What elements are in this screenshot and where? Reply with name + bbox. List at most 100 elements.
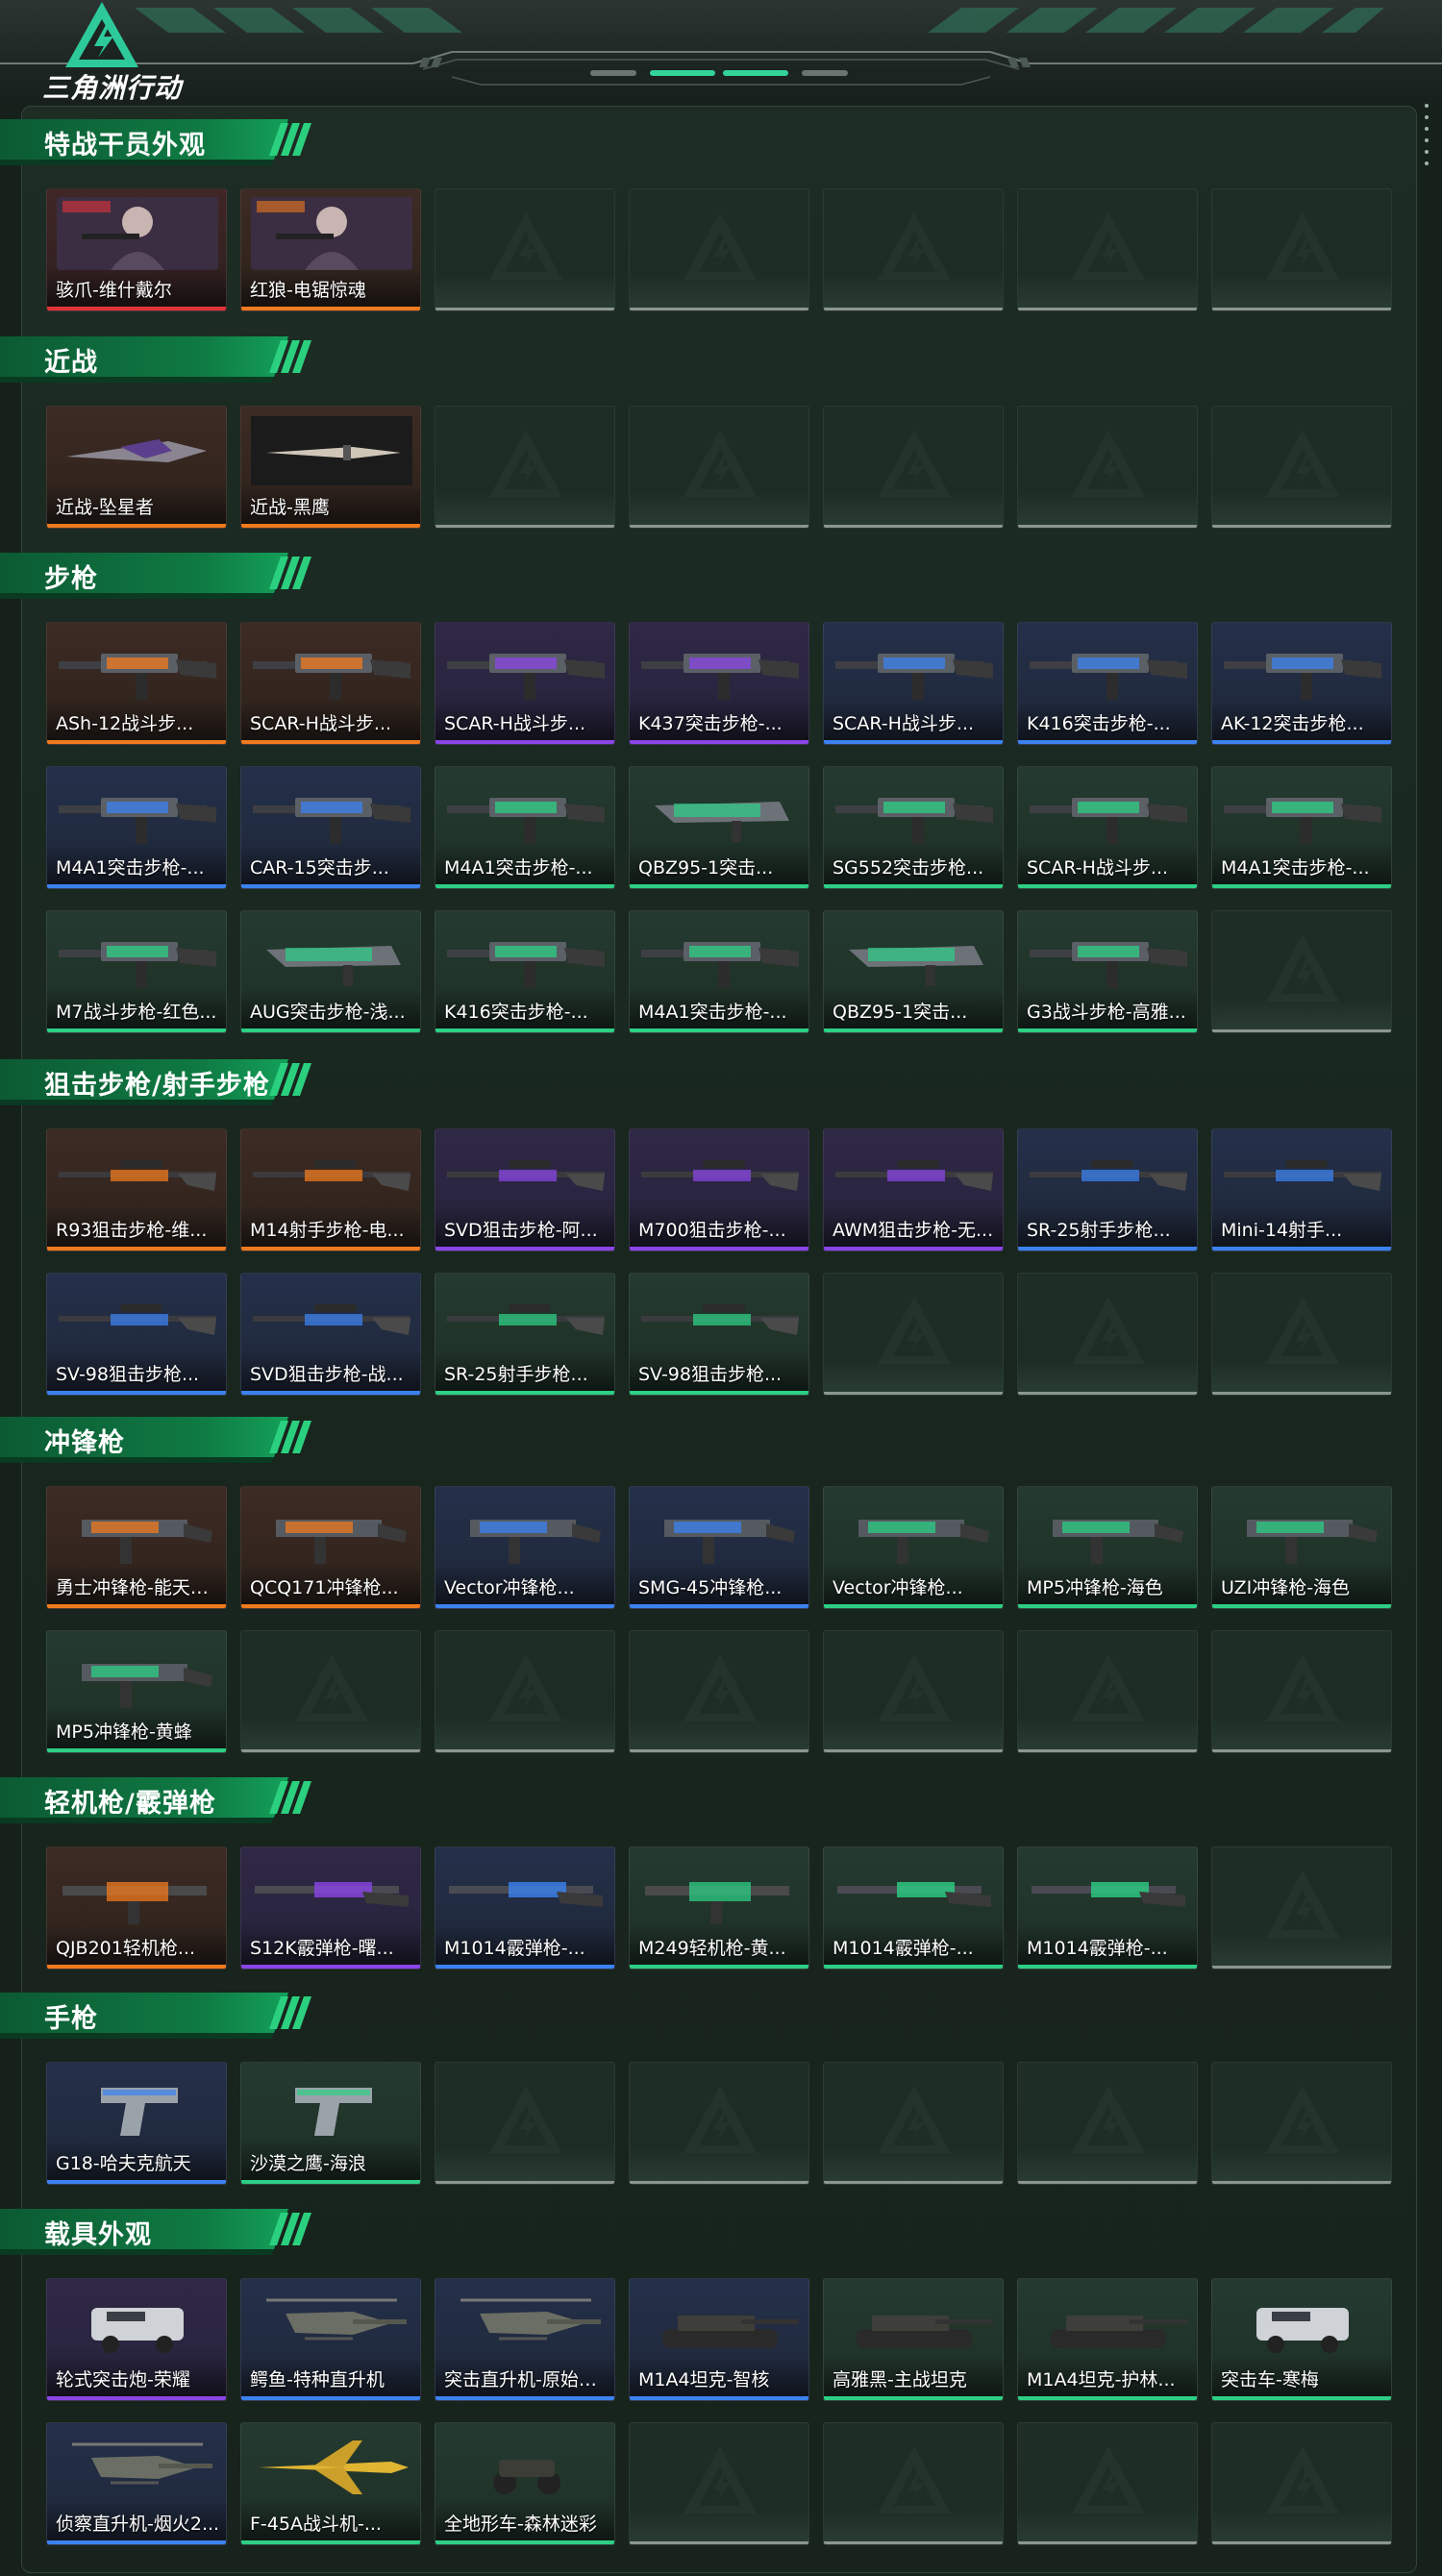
item-card[interactable]: ASh-12战斗步...: [46, 622, 227, 745]
empty-slot[interactable]: [1211, 1630, 1392, 1753]
item-card[interactable]: 高雅黑-主战坦克: [823, 2278, 1004, 2401]
item-card[interactable]: M4A1突击步枪-...: [629, 910, 809, 1033]
empty-slot[interactable]: [1017, 188, 1198, 311]
scrollbar-handle[interactable]: [1425, 104, 1430, 171]
empty-slot[interactable]: [1211, 2062, 1392, 2185]
item-card[interactable]: M1014霰弹枪-...: [435, 1846, 615, 1969]
empty-slot[interactable]: [629, 2422, 809, 2545]
empty-slot[interactable]: [1211, 910, 1392, 1033]
rarity-bar: [1018, 884, 1197, 888]
empty-slot[interactable]: [1017, 2062, 1198, 2185]
item-card[interactable]: M7战斗步枪-红色...: [46, 910, 227, 1033]
item-card[interactable]: AUG突击步枪-浅...: [240, 910, 421, 1033]
item-card[interactable]: K437突击步枪-...: [629, 622, 809, 745]
item-card[interactable]: 沙漠之鹰-海浪: [240, 2062, 421, 2185]
empty-slot[interactable]: [823, 1273, 1004, 1396]
item-card[interactable]: AK-12突击步枪...: [1211, 622, 1392, 745]
empty-slot[interactable]: [629, 188, 809, 311]
item-card[interactable]: 侦察直升机-烟火2...: [46, 2422, 227, 2545]
item-card[interactable]: M700狙击步枪-...: [629, 1128, 809, 1251]
item-card[interactable]: SV-98狙击步枪...: [629, 1273, 809, 1396]
item-card[interactable]: Mini-14射手...: [1211, 1128, 1392, 1251]
item-card[interactable]: SMG-45冲锋枪...: [629, 1486, 809, 1609]
item-card[interactable]: 鳄鱼-特种直升机: [240, 2278, 421, 2401]
empty-slot[interactable]: [823, 188, 1004, 311]
item-card[interactable]: S12K霰弹枪-曙...: [240, 1846, 421, 1969]
empty-slot[interactable]: [1211, 1846, 1392, 1969]
item-card[interactable]: CAR-15突击步...: [240, 766, 421, 889]
item-card[interactable]: Vector冲锋枪...: [823, 1486, 1004, 1609]
empty-slot[interactable]: [1017, 1273, 1198, 1396]
empty-slot[interactable]: [1017, 2422, 1198, 2545]
item-card[interactable]: M4A1突击步枪-...: [435, 766, 615, 889]
item-card[interactable]: UZI冲锋枪-海色: [1211, 1486, 1392, 1609]
empty-slot[interactable]: [1211, 2422, 1392, 2545]
item-card[interactable]: 红狼-电锯惊魂: [240, 188, 421, 311]
page-dot-2[interactable]: [650, 70, 715, 76]
empty-slot[interactable]: [435, 188, 615, 311]
item-card[interactable]: 勇士冲锋枪-能天使...: [46, 1486, 227, 1609]
item-card[interactable]: M4A1突击步枪-...: [1211, 766, 1392, 889]
empty-slot[interactable]: [240, 1630, 421, 1753]
item-card[interactable]: 全地形车-森林迷彩: [435, 2422, 615, 2545]
item-card[interactable]: M4A1突击步枪-...: [46, 766, 227, 889]
item-card[interactable]: AWM狙击步枪-无...: [823, 1128, 1004, 1251]
rarity-bar: [241, 884, 420, 888]
empty-slot[interactable]: [435, 2062, 615, 2185]
item-card[interactable]: SR-25射手步枪...: [1017, 1128, 1198, 1251]
empty-slot[interactable]: [629, 2062, 809, 2185]
item-card[interactable]: SCAR-H战斗步...: [823, 622, 1004, 745]
empty-slot[interactable]: [435, 1630, 615, 1753]
item-card[interactable]: K416突击步枪-...: [1017, 622, 1198, 745]
item-card[interactable]: SVD狙击步枪-阿...: [435, 1128, 615, 1251]
empty-slot[interactable]: [823, 406, 1004, 529]
empty-slot[interactable]: [823, 2062, 1004, 2185]
page-dot-4[interactable]: [802, 70, 848, 76]
item-card[interactable]: M249轻机枪-黄...: [629, 1846, 809, 1969]
item-card[interactable]: M14射手步枪-电...: [240, 1128, 421, 1251]
rifle-icon: [1030, 654, 1187, 700]
item-card[interactable]: QBZ95-1突击...: [629, 766, 809, 889]
item-card[interactable]: SCAR-H战斗步...: [1017, 766, 1198, 889]
empty-slot[interactable]: [1211, 1273, 1392, 1396]
item-card[interactable]: K416突击步枪-...: [435, 910, 615, 1033]
item-card[interactable]: SV-98狙击步枪...: [46, 1273, 227, 1396]
empty-slot[interactable]: [629, 406, 809, 529]
item-card[interactable]: M1A4坦克-智核: [629, 2278, 809, 2401]
empty-slot[interactable]: [1017, 1630, 1198, 1753]
empty-slot[interactable]: [1211, 406, 1392, 529]
item-card[interactable]: F-45A战斗机-...: [240, 2422, 421, 2545]
item-card[interactable]: M1A4坦克-护林...: [1017, 2278, 1198, 2401]
item-card[interactable]: Vector冲锋枪...: [435, 1486, 615, 1609]
item-card[interactable]: R93狙击步枪-维...: [46, 1128, 227, 1251]
item-card[interactable]: M1014霰弹枪-...: [823, 1846, 1004, 1969]
item-card[interactable]: SVD狙击步枪-战...: [240, 1273, 421, 1396]
item-card[interactable]: 骇爪-维什戴尔: [46, 188, 227, 311]
item-card[interactable]: MP5冲锋枪-黄蜂: [46, 1630, 227, 1753]
item-card[interactable]: SG552突击步枪...: [823, 766, 1004, 889]
empty-slot-logo-icon: [1072, 212, 1145, 280]
empty-slot[interactable]: [823, 1630, 1004, 1753]
item-card[interactable]: QCQ171冲锋枪...: [240, 1486, 421, 1609]
item-card[interactable]: 近战-坠星者: [46, 406, 227, 529]
item-card[interactable]: QBZ95-1突击...: [823, 910, 1004, 1033]
item-card[interactable]: G3战斗步枪-高雅...: [1017, 910, 1198, 1033]
item-card[interactable]: G18-哈夫克航天: [46, 2062, 227, 2185]
item-card[interactable]: M1014霰弹枪-...: [1017, 1846, 1198, 1969]
empty-slot[interactable]: [435, 406, 615, 529]
item-card[interactable]: SR-25射手步枪...: [435, 1273, 615, 1396]
empty-slot[interactable]: [629, 1630, 809, 1753]
item-card[interactable]: 突击直升机-原始伪...: [435, 2278, 615, 2401]
item-card[interactable]: SCAR-H战斗步...: [240, 622, 421, 745]
item-card[interactable]: 轮式突击炮-荣耀: [46, 2278, 227, 2401]
empty-slot[interactable]: [1211, 188, 1392, 311]
item-card[interactable]: SCAR-H战斗步...: [435, 622, 615, 745]
empty-slot[interactable]: [823, 2422, 1004, 2545]
item-card[interactable]: QJB201轻机枪...: [46, 1846, 227, 1969]
page-dot-3[interactable]: [723, 70, 788, 76]
item-card[interactable]: MP5冲锋枪-海色: [1017, 1486, 1198, 1609]
page-dot-1[interactable]: [590, 70, 636, 76]
item-card[interactable]: 近战-黑鹰: [240, 406, 421, 529]
empty-slot[interactable]: [1017, 406, 1198, 529]
item-card[interactable]: 突击车-寒梅: [1211, 2278, 1392, 2401]
